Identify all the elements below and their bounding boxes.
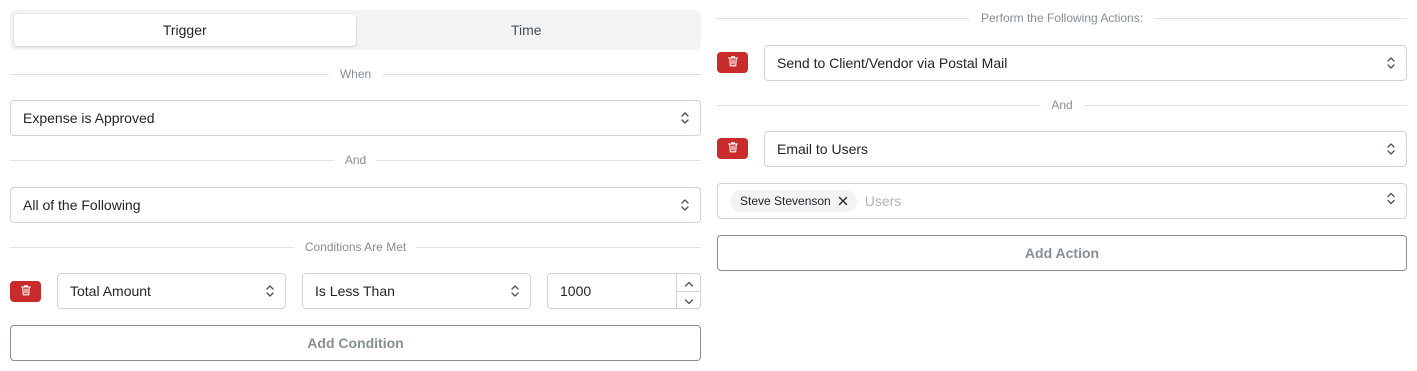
number-stepper [676, 274, 700, 308]
when-divider: When [10, 66, 702, 82]
trash-icon [20, 283, 32, 301]
chevron-updown-icon [1386, 142, 1396, 156]
decrement-button[interactable] [677, 290, 700, 309]
increment-button[interactable] [677, 274, 700, 291]
delete-action-button[interactable] [717, 138, 748, 159]
users-placeholder: Users [864, 193, 902, 209]
chevron-updown-icon [1386, 56, 1396, 70]
trigger-event-value: Expense is Approved [23, 110, 155, 126]
chevron-updown-icon [680, 198, 690, 212]
condition-field-select[interactable]: Total Amount [57, 273, 286, 309]
and-divider: And [10, 152, 702, 168]
when-label: When [339, 67, 372, 81]
chevron-updown-icon [1386, 192, 1396, 211]
actions-divider: Perform the Following Actions: [717, 10, 1408, 26]
condition-value-input[interactable]: 1000 [547, 273, 701, 309]
condition-operator-value: Is Less Than [315, 283, 395, 299]
users-multiselect[interactable]: Steve Stevenson Users [717, 183, 1407, 219]
trigger-event-select[interactable]: Expense is Approved [10, 100, 701, 136]
action-select-2[interactable]: Email to Users [764, 131, 1407, 167]
delete-condition-button[interactable] [10, 281, 41, 302]
conditions-divider: Conditions Are Met [10, 239, 702, 255]
tab-trigger[interactable]: Trigger [14, 14, 356, 46]
condition-operator-select[interactable]: Is Less Than [302, 273, 531, 309]
chevron-updown-icon [680, 111, 690, 125]
trigger-time-tabs: Trigger Time [10, 10, 701, 50]
action-1-value: Send to Client/Vendor via Postal Mail [777, 55, 1008, 71]
action-select-1[interactable]: Send to Client/Vendor via Postal Mail [764, 45, 1407, 81]
condition-field-value: Total Amount [70, 283, 151, 299]
user-pill-label: Steve Stevenson [740, 194, 831, 208]
and-divider: And [717, 97, 1408, 113]
chevron-updown-icon [510, 284, 520, 298]
chevron-down-icon [684, 292, 694, 308]
and-label: And [1051, 98, 1073, 112]
delete-action-button[interactable] [717, 52, 748, 73]
and-label: And [344, 153, 367, 167]
conditions-label: Conditions Are Met [304, 240, 407, 254]
trash-icon [727, 140, 739, 158]
action-2-value: Email to Users [777, 141, 869, 157]
match-type-value: All of the Following [23, 197, 141, 213]
trash-icon [727, 54, 739, 72]
chevron-up-icon [684, 274, 694, 290]
add-condition-button[interactable]: Add Condition [10, 325, 701, 361]
actions-label: Perform the Following Actions: [980, 11, 1144, 25]
close-icon[interactable] [837, 195, 849, 207]
condition-value: 1000 [560, 283, 592, 299]
chevron-updown-icon [265, 284, 275, 298]
add-action-button[interactable]: Add Action [717, 235, 1407, 271]
user-pill: Steve Stevenson [730, 190, 857, 212]
match-type-select[interactable]: All of the Following [10, 187, 701, 223]
tab-time[interactable]: Time [356, 14, 698, 46]
